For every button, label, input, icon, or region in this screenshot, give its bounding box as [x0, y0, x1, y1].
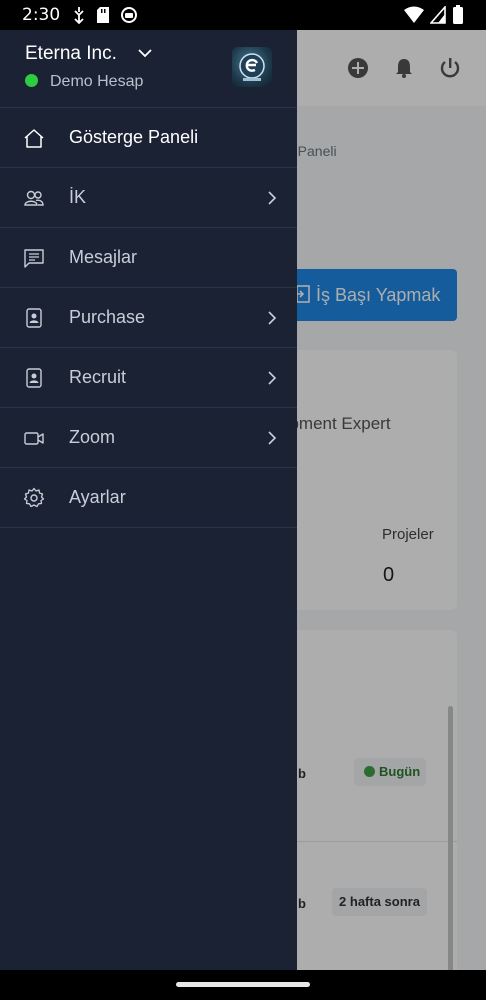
menu-item-label: Purchase — [69, 307, 146, 327]
message-icon — [24, 249, 44, 268]
menu-item-settings[interactable]: Ayarlar — [0, 468, 297, 528]
menu-item-label: Zoom — [69, 427, 116, 447]
home-gesture-handle[interactable] — [176, 982, 310, 987]
company-name[interactable]: Eterna Inc. — [25, 43, 117, 65]
menu-item-messages[interactable]: Mesajlar — [0, 228, 297, 288]
video-camera-icon — [24, 432, 44, 445]
system-nav-bar — [0, 970, 486, 1000]
company-logo — [232, 47, 272, 87]
chevron-right-icon — [268, 431, 277, 445]
menu-item-label: Ayarlar — [69, 487, 126, 507]
drawer-header: Eterna Inc. Demo Hesap — [0, 30, 297, 108]
status-bar: 2:30 — [0, 0, 486, 30]
users-icon — [24, 190, 44, 206]
nfc-icon — [74, 7, 84, 24]
drawer-menu: Gösterge Paneli İK Mesajlar Purchase Rec… — [0, 108, 297, 528]
sync-icon — [121, 7, 137, 23]
screen: 2:30 e Paneli İş Başı Yapmak p opment Ex… — [0, 0, 486, 1000]
status-time: 2:30 — [22, 5, 61, 25]
gear-icon — [23, 487, 45, 508]
id-badge-icon — [26, 368, 42, 388]
eterna-logo-icon — [239, 53, 265, 81]
chevron-right-icon — [268, 311, 277, 325]
navigation-drawer: Eterna Inc. Demo Hesap Gösterge Paneli İ… — [0, 30, 297, 970]
status-dot — [25, 74, 38, 87]
chevron-down-icon[interactable] — [137, 45, 153, 61]
menu-item-zoom[interactable]: Zoom — [0, 408, 297, 468]
menu-item-label: İK — [69, 187, 87, 207]
battery-icon — [453, 5, 463, 24]
chevron-right-icon — [268, 191, 277, 205]
home-icon — [24, 129, 44, 148]
menu-item-label: Recruit — [69, 367, 127, 387]
wifi-icon — [404, 6, 424, 23]
id-badge-icon — [26, 308, 42, 328]
chevron-right-icon — [268, 371, 277, 385]
menu-item-hr[interactable]: İK — [0, 168, 297, 228]
menu-item-recruit[interactable]: Recruit — [0, 348, 297, 408]
signal-icon — [430, 6, 446, 24]
sd-card-icon — [97, 7, 109, 23]
menu-item-label: Mesajlar — [69, 247, 138, 267]
menu-item-label: Gösterge Paneli — [69, 127, 199, 147]
environment-label: Demo Hesap — [50, 73, 144, 90]
menu-item-purchase[interactable]: Purchase — [0, 288, 297, 348]
menu-item-dashboard[interactable]: Gösterge Paneli — [0, 108, 297, 168]
